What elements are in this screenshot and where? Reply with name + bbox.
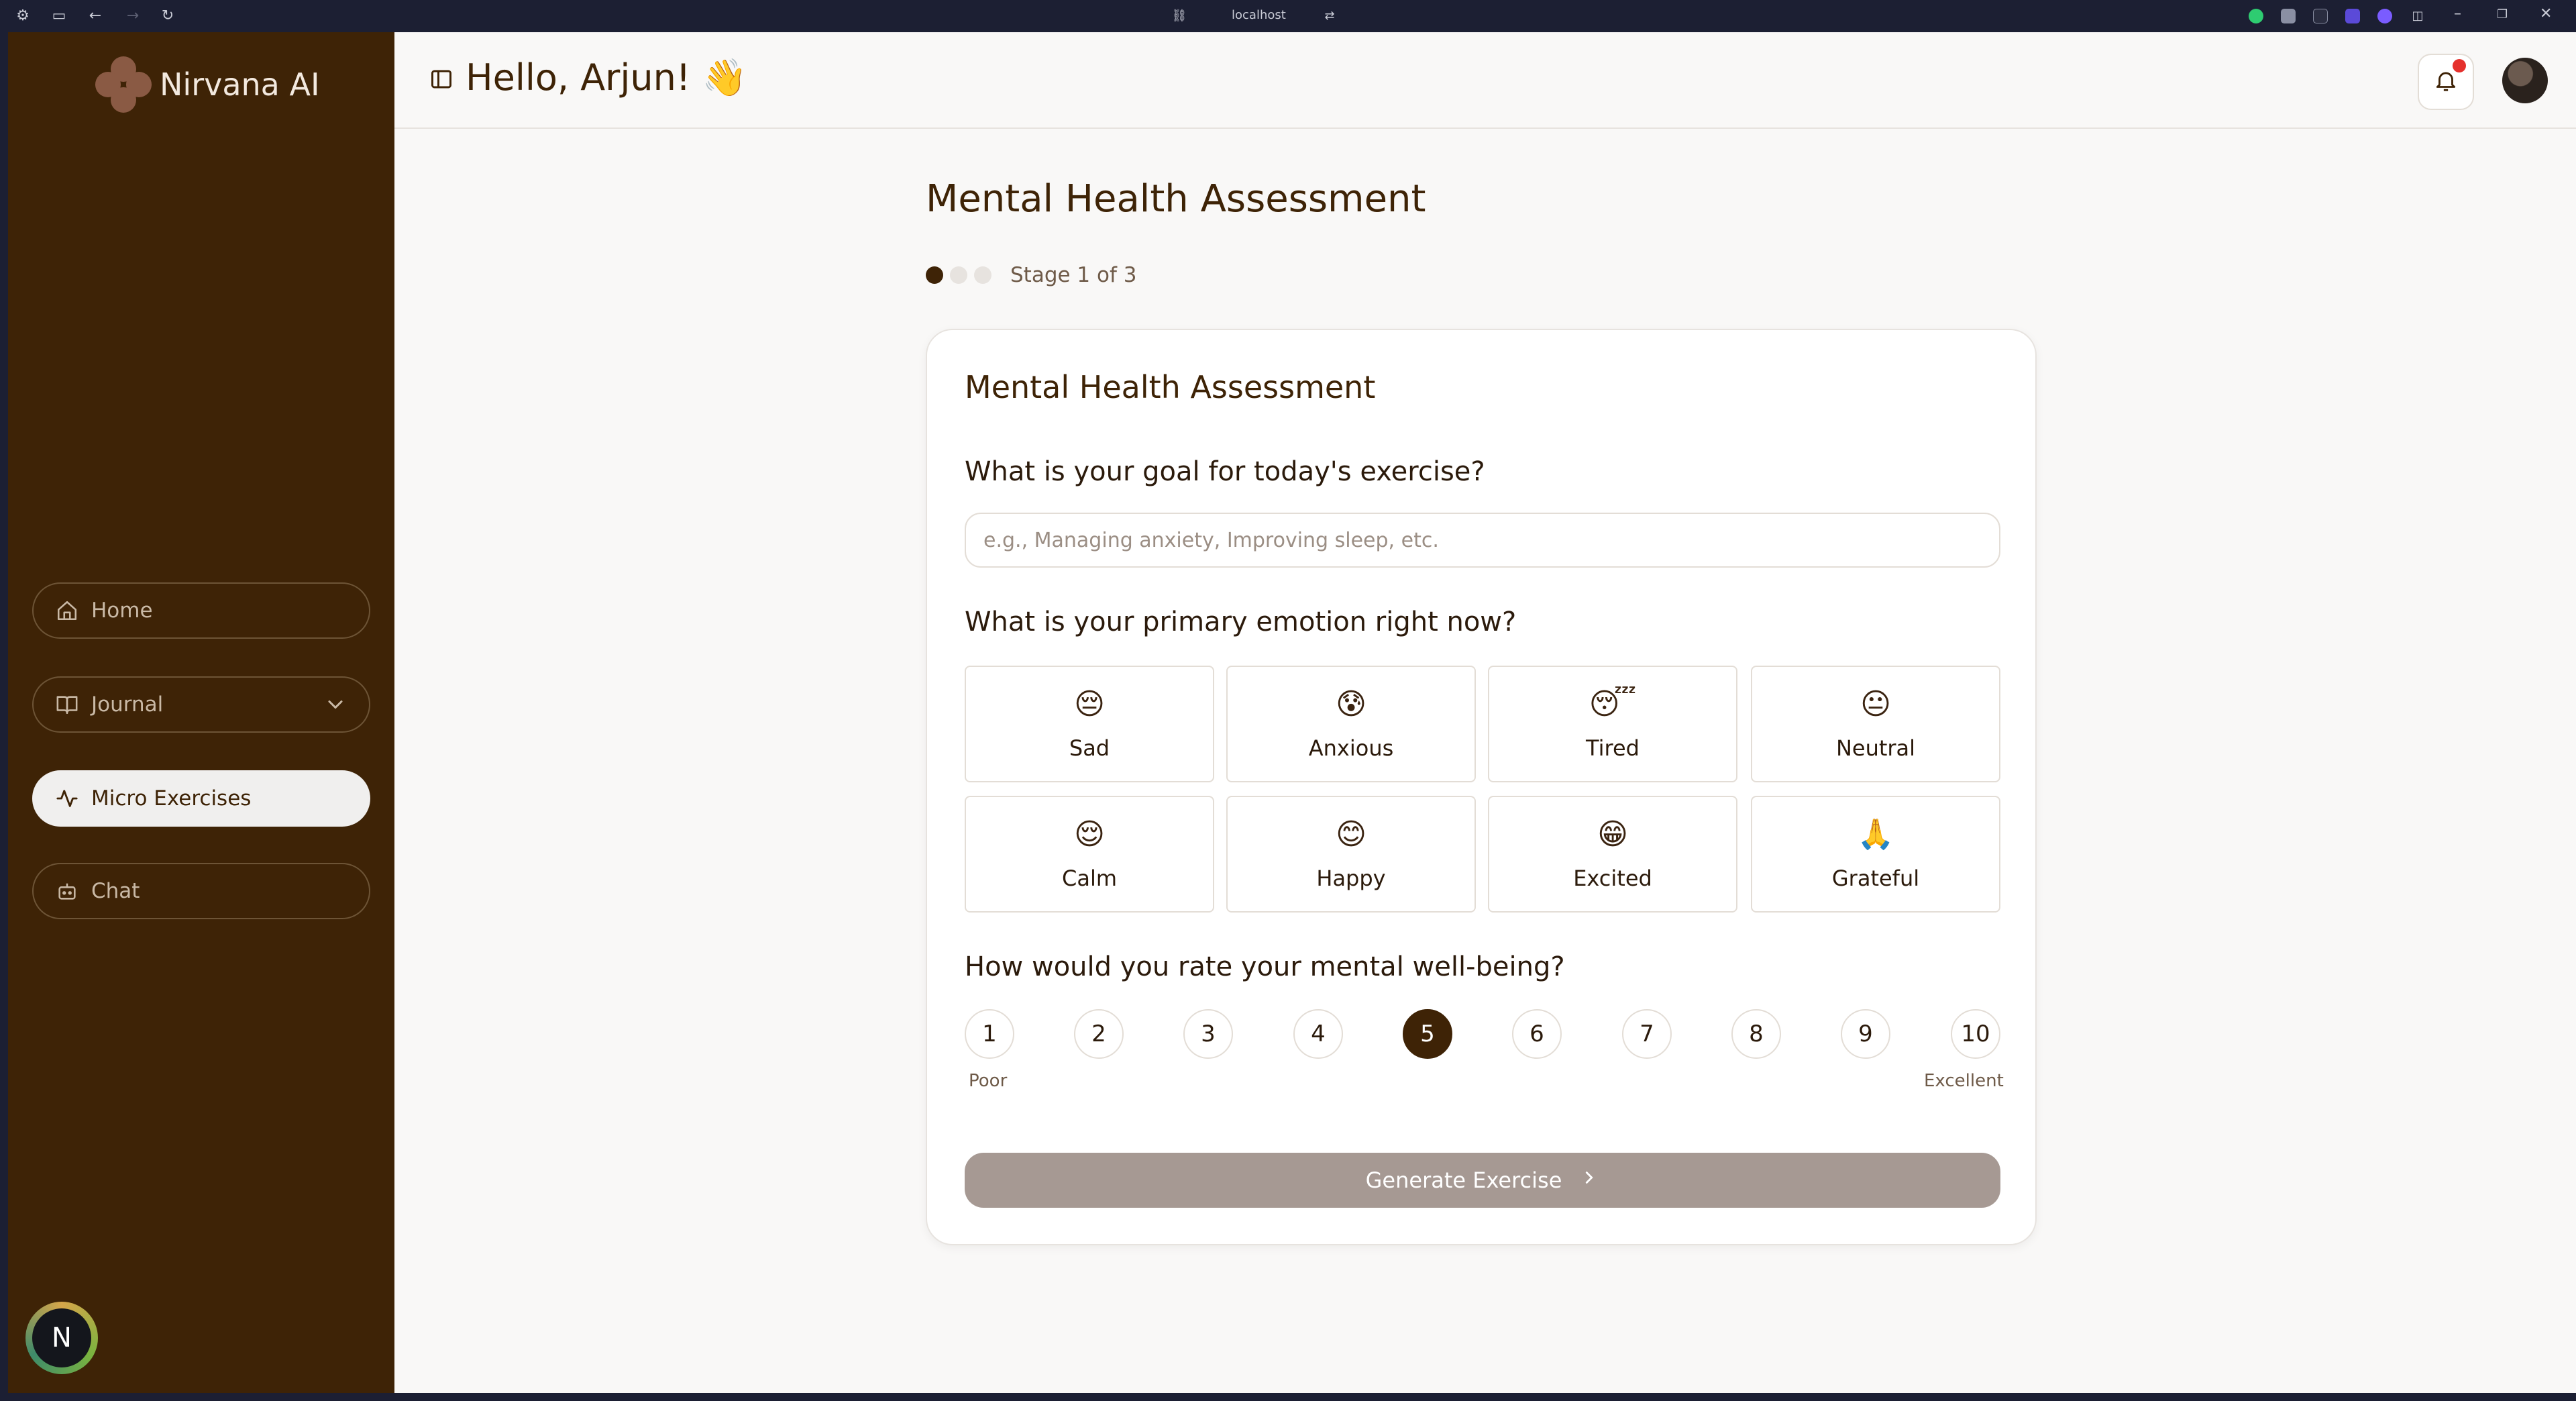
restore-icon[interactable]: ❐ xyxy=(2497,7,2508,21)
stage-dot xyxy=(950,266,967,284)
tune-icon[interactable]: ⇄ xyxy=(1320,7,1339,25)
avatar[interactable] xyxy=(2502,58,2548,103)
extension-icon[interactable] xyxy=(2345,9,2360,23)
extension-icon[interactable] xyxy=(2281,9,2296,23)
address-bar[interactable]: localhost xyxy=(1232,8,1286,22)
bot-icon xyxy=(54,878,80,904)
home-icon xyxy=(54,597,80,624)
calm-emoji-icon: 😌 xyxy=(1074,817,1105,851)
emotion-option-tired[interactable]: 😴 Tired xyxy=(1488,666,1737,782)
emotion-label: Sad xyxy=(1069,735,1110,761)
stage-progress: Stage 1 of 3 xyxy=(926,263,1136,287)
rating-option-3[interactable]: 3 xyxy=(1183,1009,1233,1059)
sidebar-item-label: Journal xyxy=(91,692,164,717)
sidebar-item-chat[interactable]: Chat xyxy=(32,863,370,919)
happy-emoji-icon: 😊 xyxy=(1336,817,1366,851)
greeting: Hello, Arjun! 👋 xyxy=(466,56,747,99)
sidebar-item-label: Home xyxy=(91,599,153,623)
bell-icon xyxy=(2433,68,2459,96)
excited-emoji-icon: 😁 xyxy=(1597,817,1628,851)
emotion-label: Neutral xyxy=(1835,735,1916,761)
reload-icon[interactable]: ↻ xyxy=(158,7,177,25)
logo-icon xyxy=(95,56,152,113)
activity-icon xyxy=(54,785,80,812)
dev-tools-badge[interactable]: N xyxy=(25,1302,98,1374)
emotion-option-excited[interactable]: 😁 Excited xyxy=(1488,796,1737,913)
sidebar-item-label: Micro Exercises xyxy=(91,786,252,811)
rating-scale: 1 2 3 4 5 6 7 8 9 10 xyxy=(965,1009,2000,1060)
tired-emoji-icon: 😴 xyxy=(1589,687,1637,721)
sidebar-item-micro-exercises[interactable]: Micro Exercises xyxy=(32,770,370,827)
emotion-label: Tired xyxy=(1586,735,1640,761)
rating-option-4[interactable]: 4 xyxy=(1293,1009,1343,1059)
extension-icon[interactable] xyxy=(2249,9,2263,23)
extension-icon[interactable] xyxy=(2313,9,2328,23)
emotion-label: Calm xyxy=(1061,866,1117,891)
emotion-label: Excited xyxy=(1573,866,1652,891)
chevron-right-icon xyxy=(1579,1168,1599,1193)
emotion-label: Grateful xyxy=(1831,866,1920,891)
book-icon xyxy=(54,691,80,718)
window-border xyxy=(0,1393,2576,1401)
rating-option-10[interactable]: 10 xyxy=(1951,1009,2000,1059)
extension-icon[interactable] xyxy=(2377,9,2392,23)
neutral-emoji-icon: 😐 xyxy=(1860,687,1891,721)
stage-text: Stage 1 of 3 xyxy=(1010,263,1137,287)
page-title: Mental Health Assessment xyxy=(926,177,1426,221)
badge-letter: N xyxy=(32,1308,91,1367)
rating-option-5-selected[interactable]: 5 xyxy=(1403,1009,1452,1059)
sad-emoji-icon: 😔 xyxy=(1074,687,1105,721)
generate-label: Generate Exercise xyxy=(1365,1168,1562,1193)
stage-dot xyxy=(974,266,991,284)
stage-dot-active xyxy=(926,266,943,284)
close-icon[interactable]: ✕ xyxy=(2540,5,2552,22)
sidebar-item-journal[interactable]: Journal xyxy=(32,676,370,733)
window-border xyxy=(0,32,8,1401)
emotion-question: What is your primary emotion right now? xyxy=(965,607,1517,637)
notifications-button[interactable] xyxy=(2418,54,2474,110)
split-view-icon[interactable]: ◫ xyxy=(2408,7,2427,25)
goal-input[interactable] xyxy=(965,513,2000,568)
rating-option-8[interactable]: 8 xyxy=(1731,1009,1781,1059)
rating-option-7[interactable]: 7 xyxy=(1622,1009,1672,1059)
minimize-icon[interactable]: – xyxy=(2454,5,2461,22)
link-icon[interactable]: ⛓ xyxy=(1170,7,1189,25)
anxious-emoji-icon: 😰 xyxy=(1336,687,1366,721)
emotion-label: Happy xyxy=(1316,866,1386,891)
notification-dot xyxy=(2453,59,2466,72)
sidebar-item-home[interactable]: Home xyxy=(32,582,370,639)
grateful-emoji-icon: 🙏 xyxy=(1857,817,1894,851)
emotion-option-neutral[interactable]: 😐 Neutral xyxy=(1751,666,2000,782)
emotion-option-happy[interactable]: 😊 Happy xyxy=(1226,796,1476,913)
back-icon[interactable]: ← xyxy=(86,7,105,25)
rating-high-label: Excellent xyxy=(1924,1071,2004,1091)
rating-option-1[interactable]: 1 xyxy=(965,1009,1014,1059)
brand[interactable]: Nirvana AI xyxy=(95,56,320,113)
emotion-label: Anxious xyxy=(1308,735,1394,761)
emotion-option-anxious[interactable]: 😰 Anxious xyxy=(1226,666,1476,782)
browser-menu-icon[interactable]: ⚙ xyxy=(13,7,32,25)
sidebar-toggle-icon[interactable]: ▭ xyxy=(50,7,68,25)
forward-icon[interactable]: → xyxy=(123,7,142,25)
chevron-down-icon[interactable] xyxy=(323,692,347,722)
emotion-option-calm[interactable]: 😌 Calm xyxy=(965,796,1214,913)
top-header: Hello, Arjun! 👋 xyxy=(394,32,2576,129)
emotion-option-sad[interactable]: 😔 Sad xyxy=(965,666,1214,782)
rating-option-9[interactable]: 9 xyxy=(1841,1009,1890,1059)
browser-toolbar: ⚙ ▭ ← → ↻ ⛓ localhost ⇄ ◫ – ❐ ✕ xyxy=(0,0,2576,32)
rating-option-2[interactable]: 2 xyxy=(1074,1009,1124,1059)
assessment-card: Mental Health Assessment What is your go… xyxy=(926,329,2037,1245)
rating-option-6[interactable]: 6 xyxy=(1512,1009,1562,1059)
app-window: Nirvana AI Home Journal Micro Exercises xyxy=(8,32,2576,1393)
panel-toggle-icon[interactable] xyxy=(429,67,453,91)
rating-question: How would you rate your mental well-bein… xyxy=(965,951,1565,982)
sidebar: Nirvana AI Home Journal Micro Exercises xyxy=(8,32,394,1393)
goal-question: What is your goal for today's exercise? xyxy=(965,456,1485,487)
card-title: Mental Health Assessment xyxy=(965,369,1376,405)
generate-exercise-button[interactable]: Generate Exercise xyxy=(965,1153,2000,1208)
emotion-option-grateful[interactable]: 🙏 Grateful xyxy=(1751,796,2000,913)
sidebar-item-label: Chat xyxy=(91,879,140,903)
brand-name: Nirvana AI xyxy=(160,66,320,103)
rating-low-label: Poor xyxy=(969,1071,1008,1091)
